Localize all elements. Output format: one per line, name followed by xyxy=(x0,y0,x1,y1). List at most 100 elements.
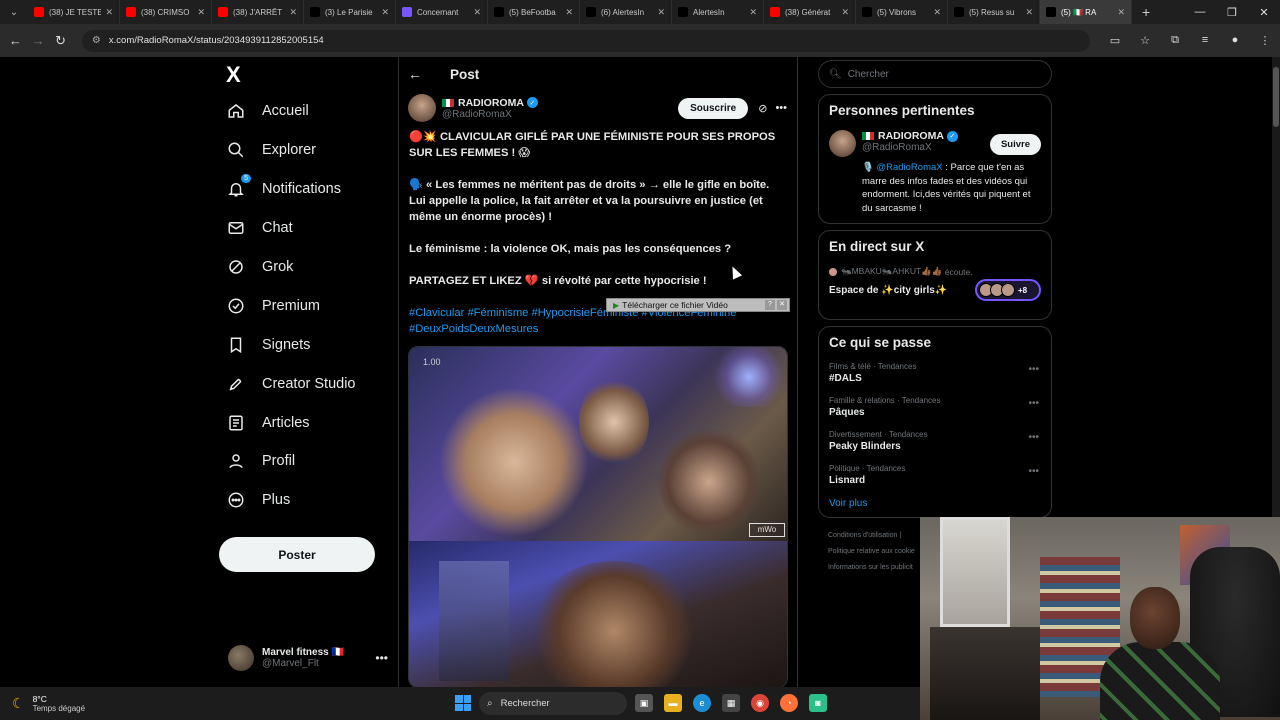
tab-close-icon[interactable]: ✕ xyxy=(933,7,941,18)
extensions-icon[interactable]: ⧉ xyxy=(1160,34,1190,47)
nav-item-profil[interactable]: Profil xyxy=(218,442,398,481)
media-controls-icon[interactable]: ≡ xyxy=(1190,34,1220,47)
taskbar-search[interactable]: ⌕ Rechercher xyxy=(479,692,627,715)
tab-close-icon[interactable]: ✕ xyxy=(1025,7,1033,18)
nav-item-creator-studio[interactable]: Creator Studio xyxy=(218,364,398,403)
post-video[interactable]: 1.00 mWo xyxy=(408,346,788,688)
minimize-icon[interactable]: — xyxy=(1184,0,1216,24)
task-view-icon[interactable]: ▣ xyxy=(635,694,653,712)
firefox-icon[interactable]: ◔ xyxy=(780,694,798,712)
author-name-link[interactable]: RADIOROMA ✓ xyxy=(442,97,538,109)
browser-tab[interactable]: (38) Générat ✕ xyxy=(764,0,856,24)
more-icon[interactable]: ••• xyxy=(1028,364,1039,375)
site-info-icon[interactable]: ⚙ xyxy=(92,35,101,46)
subscribe-button[interactable]: Souscrire xyxy=(678,97,749,119)
forward-icon[interactable]: → xyxy=(27,33,50,48)
bio-mention[interactable]: @RadioRomaX xyxy=(876,162,942,173)
browser-tab[interactable]: (38) J'ARRÊT ✕ xyxy=(212,0,304,24)
trend-item[interactable]: Famille & relations · Tendances Pâques ••• xyxy=(829,396,1041,418)
browser-tab[interactable]: (5) BeFootba ✕ xyxy=(488,0,580,24)
live-listeners[interactable]: +8 xyxy=(975,279,1041,301)
nav-item-label: Chat xyxy=(262,220,293,237)
url-bar[interactable]: ⚙ x.com/RadioRomaX/status/20349391128520… xyxy=(81,29,1090,52)
weather-widget[interactable]: ☾ 8°C Temps dégagé xyxy=(0,694,180,713)
more-icon[interactable]: ••• xyxy=(1028,432,1039,443)
trend-item[interactable]: Divertissement · Tendances Peaky Blinders… xyxy=(829,430,1041,452)
follow-button[interactable]: Suivre xyxy=(989,134,1041,155)
cast-icon[interactable]: ▭ xyxy=(1100,34,1130,47)
browser-tab[interactable]: (5) 🇮🇹 RA ✕ xyxy=(1040,0,1132,24)
tab-favicon-icon xyxy=(402,7,412,17)
browser-menu-icon[interactable]: ⋮ xyxy=(1250,34,1280,47)
more-icon[interactable]: ••• xyxy=(1028,466,1039,477)
tab-title: (6) AlertesIn xyxy=(601,7,645,17)
browser-tab[interactable]: (5) Resus su ✕ xyxy=(948,0,1040,24)
browser-tab[interactable]: (38) JE TESTE ✕ xyxy=(28,0,120,24)
close-window-icon[interactable]: ✕ xyxy=(1248,0,1280,24)
tab-close-icon[interactable]: ✕ xyxy=(105,7,113,18)
nav-item-notifications[interactable]: 5 Notifications xyxy=(218,170,398,209)
more-options-icon[interactable]: ••• xyxy=(775,102,787,114)
file-explorer-icon[interactable]: ▬ xyxy=(664,694,682,712)
tab-title: (38) JE TESTE xyxy=(49,7,102,17)
author-avatar[interactable] xyxy=(408,94,436,122)
browser-tab[interactable]: AlertesIn ✕ xyxy=(672,0,764,24)
nav-item-label: Accueil xyxy=(262,103,309,120)
tab-title: (38) J'ARRÊT xyxy=(233,7,283,17)
tab-close-icon[interactable]: ✕ xyxy=(657,7,665,18)
nav-item-explorer[interactable]: Explorer xyxy=(218,131,398,170)
nav-item-signets[interactable]: Signets xyxy=(218,325,398,364)
tab-close-icon[interactable]: ✕ xyxy=(197,7,205,18)
back-icon[interactable]: ← xyxy=(4,33,27,48)
store-icon[interactable]: ▦ xyxy=(722,694,740,712)
tab-close-icon[interactable]: ✕ xyxy=(1117,7,1125,18)
relevant-person[interactable]: RADIOROMA ✓ @RadioRomaX Suivre xyxy=(829,130,1041,157)
nav-item-plus[interactable]: Plus xyxy=(218,481,398,520)
tab-favicon-icon xyxy=(310,7,320,17)
maximize-icon[interactable]: ❐ xyxy=(1216,0,1248,24)
app-icon[interactable]: ◙ xyxy=(809,694,827,712)
x-logo-icon[interactable]: X xyxy=(226,62,398,92)
tab-search-icon[interactable]: ⌄ xyxy=(0,0,28,24)
account-switcher[interactable]: Marvel fitness 🇫🇷 @Marvel_Flt ••• xyxy=(228,642,388,674)
browser-tab[interactable]: (3) Le Parisie ✕ xyxy=(304,0,396,24)
help-icon[interactable]: ? xyxy=(765,300,775,310)
tab-close-icon[interactable]: ✕ xyxy=(841,7,849,18)
see-more-link[interactable]: Voir plus xyxy=(829,498,1041,509)
browser-tab[interactable]: Concernant ✕ xyxy=(396,0,488,24)
browser-tab[interactable]: (5) Vibrons ✕ xyxy=(856,0,948,24)
grok-icon[interactable]: ⊘ xyxy=(758,102,767,115)
trend-item[interactable]: Films & télé · Tendances #DALS ••• xyxy=(829,362,1041,384)
tab-favicon-icon xyxy=(126,7,136,17)
tab-close-icon[interactable]: ✕ xyxy=(565,7,573,18)
trend-item[interactable]: Politique · Tendances Lisnard ••• xyxy=(829,464,1041,486)
more-icon[interactable]: ••• xyxy=(1028,398,1039,409)
nav-item-articles[interactable]: Articles xyxy=(218,403,398,442)
tab-close-icon[interactable]: ✕ xyxy=(749,7,757,18)
close-icon[interactable]: ✕ xyxy=(777,300,787,310)
reload-icon[interactable]: ↻ xyxy=(49,33,72,49)
search-icon: ⌕ xyxy=(487,698,493,709)
edge-icon[interactable]: e xyxy=(693,694,711,712)
more-icon[interactable]: ••• xyxy=(375,651,388,665)
browser-tab[interactable]: (6) AlertesIn ✕ xyxy=(580,0,672,24)
windows-start-icon[interactable] xyxy=(455,695,471,711)
profile-icon[interactable]: ● xyxy=(1220,34,1250,47)
tab-close-icon[interactable]: ✕ xyxy=(473,7,481,18)
search-input[interactable]: 🔍︎ Chercher xyxy=(818,60,1052,88)
new-tab-button[interactable]: + xyxy=(1132,4,1160,20)
post-compose-button[interactable]: Poster xyxy=(219,537,375,572)
tab-close-icon[interactable]: ✕ xyxy=(381,7,389,18)
nav-item-accueil[interactable]: Accueil xyxy=(218,92,398,131)
video-download-bar[interactable]: ▶ Télécharger ce fichier Vidéo ? ✕ xyxy=(606,298,790,312)
windows-taskbar: ☾ 8°C Temps dégagé ⌕ Rechercher ▣ ▬ e ▦ … xyxy=(0,687,920,720)
browser-tab[interactable]: (38) CRIMSO ✕ xyxy=(120,0,212,24)
back-arrow-icon[interactable]: ← xyxy=(408,66,422,82)
nav-item-grok[interactable]: Grok xyxy=(218,248,398,287)
tab-close-icon[interactable]: ✕ xyxy=(289,7,297,18)
chrome-icon[interactable]: ◉ xyxy=(751,694,769,712)
nav-item-chat[interactable]: Chat xyxy=(218,209,398,248)
bookmark-star-icon[interactable]: ☆ xyxy=(1130,34,1160,47)
avatar xyxy=(829,130,856,157)
nav-item-premium[interactable]: Premium xyxy=(218,286,398,325)
